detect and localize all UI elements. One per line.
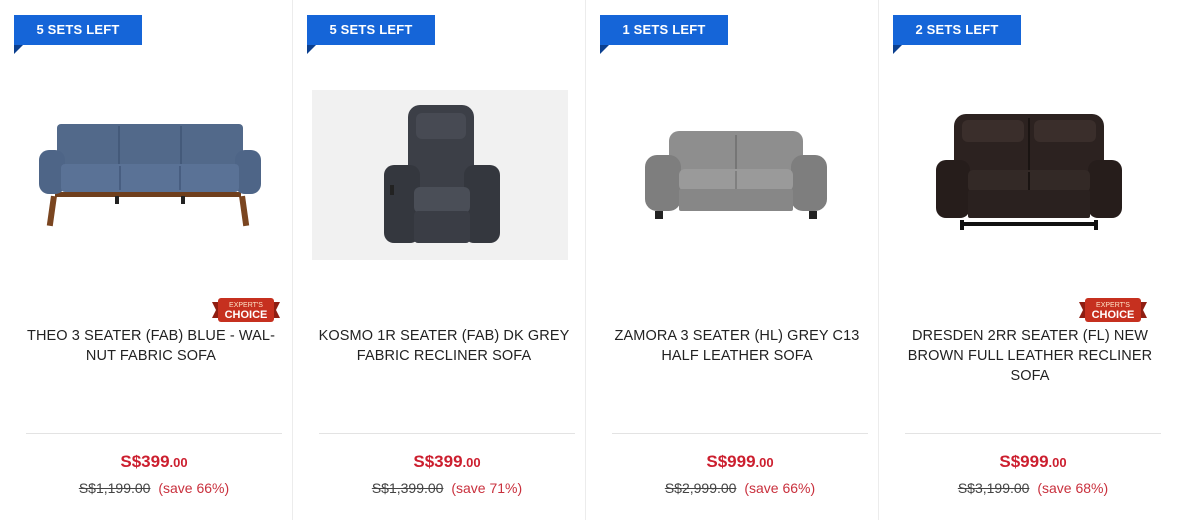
product-title[interactable]: THEO 3 SEATER (FAB) BLUE - WAL-NUT FABRI… (22, 326, 280, 366)
expert-badge-line1: EXPERT'S (1096, 302, 1130, 309)
price-compare: S$3,199.00 (save 68%) (905, 480, 1161, 496)
original-price: S$1,399.00 (371, 480, 444, 496)
product-image[interactable] (20, 80, 280, 270)
savings: (save 66%) (744, 480, 816, 496)
savings: (save 68%) (1037, 480, 1109, 496)
product-card[interactable]: 5 SETS LEFT KOSMO 1R SEATER (FAB) DK GRE… (293, 0, 586, 520)
product-image[interactable] (899, 80, 1159, 270)
sale-price: S$999.00 (612, 452, 868, 472)
savings: (save 66%) (158, 480, 230, 496)
recliner-1-seater-dark-grey-icon (384, 105, 500, 243)
stock-badge: 1 SETS LEFT (600, 15, 728, 54)
sale-price-main: S$399 (120, 452, 170, 471)
original-price: S$3,199.00 (957, 480, 1030, 496)
sale-price-main: S$399 (413, 452, 463, 471)
price-compare: S$2,999.00 (save 66%) (612, 480, 868, 496)
sofa-3-seater-blue-fabric-icon (39, 124, 261, 227)
sale-price-main: S$999 (706, 452, 756, 471)
experts-choice-badge: EXPERT'S CHOICE (212, 298, 280, 322)
product-grid: 5 SETS LEFT EXPERT'S CHOICE THEO 3 SEATE… (0, 0, 1200, 520)
sale-price: S$399.00 (319, 452, 575, 472)
divider (319, 433, 575, 434)
sofa-3-seater-grey-leather-icon (645, 131, 827, 219)
stock-badge: 5 SETS LEFT (14, 15, 142, 54)
sale-price-cents: .00 (462, 455, 481, 470)
divider (905, 433, 1161, 434)
expert-badge-line1: EXPERT'S (229, 302, 263, 309)
product-title[interactable]: DRESDEN 2RR SEATER (FL) NEW BROWN FULL L… (901, 326, 1159, 386)
sale-price-main: S$999 (999, 452, 1049, 471)
product-card[interactable]: 2 SETS LEFT EXPERT'S CHOICE DRESDEN 2RR … (879, 0, 1200, 520)
stock-badge: 2 SETS LEFT (893, 15, 1021, 54)
price-compare: S$1,399.00 (save 71%) (319, 480, 575, 496)
divider (26, 433, 282, 434)
sale-price: S$399.00 (26, 452, 282, 472)
product-card[interactable]: 1 SETS LEFT ZAMORA 3 SEATER (HL) GREY C1… (586, 0, 879, 520)
original-price: S$1,199.00 (78, 480, 151, 496)
divider (612, 433, 868, 434)
expert-badge-line2: CHOICE (1092, 309, 1135, 321)
sale-price-cents: .00 (169, 455, 188, 470)
expert-badge-line2: CHOICE (225, 309, 268, 321)
sale-price-cents: .00 (1048, 455, 1067, 470)
sale-price: S$999.00 (905, 452, 1161, 472)
stock-badge: 5 SETS LEFT (307, 15, 435, 54)
savings: (save 71%) (451, 480, 523, 496)
price-compare: S$1,199.00 (save 66%) (26, 480, 282, 496)
experts-choice-badge: EXPERT'S CHOICE (1079, 298, 1147, 322)
sofa-2-seater-brown-leather-recliner-icon (936, 114, 1122, 230)
sale-price-cents: .00 (755, 455, 774, 470)
product-title[interactable]: KOSMO 1R SEATER (FAB) DK GREY FABRIC REC… (315, 326, 573, 366)
product-card[interactable]: 5 SETS LEFT EXPERT'S CHOICE THEO 3 SEATE… (0, 0, 293, 520)
product-title[interactable]: ZAMORA 3 SEATER (HL) GREY C13 HALF LEATH… (608, 326, 866, 366)
product-image[interactable] (606, 80, 866, 270)
original-price: S$2,999.00 (664, 480, 737, 496)
product-image[interactable] (312, 90, 568, 260)
